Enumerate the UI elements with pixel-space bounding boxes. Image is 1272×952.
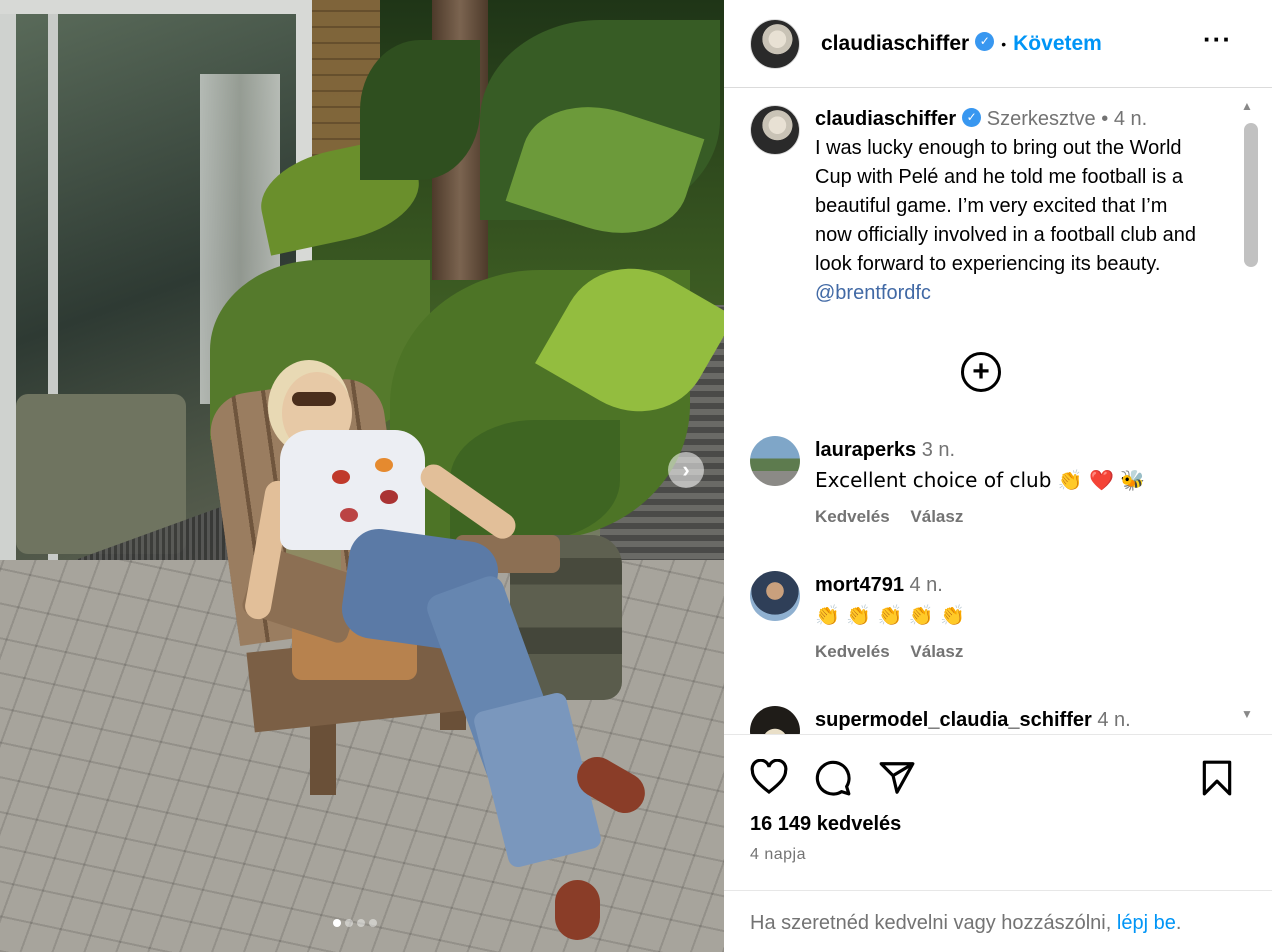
separator-dot: • xyxy=(1101,108,1109,130)
caption: claudiaschiffer ✓ Szerkesztve • 4 n. I wa… xyxy=(750,105,1210,308)
tshirt-patch xyxy=(332,470,350,484)
login-prompt: Ha szeretnéd kedvelni vagy hozzászólni, … xyxy=(724,890,1272,952)
edited-label: Szerkesztve xyxy=(986,108,1096,130)
carousel-dots xyxy=(333,919,377,927)
scroll-up-arrow-icon[interactable]: ▲ xyxy=(1241,99,1253,113)
comment-text: 👏 👏 👏 👏 👏 xyxy=(815,603,965,627)
comment-text: Excellent choice of club 👏 ❤️ 🐝 xyxy=(815,468,1146,492)
comment: supermodel_claudia_schiffer 4 n. xyxy=(750,706,1230,734)
like-comment-button[interactable]: Kedvelés xyxy=(815,642,890,661)
like-comment-button[interactable]: Kedvelés xyxy=(815,507,890,526)
heart-icon[interactable] xyxy=(750,759,788,795)
scrollbar-thumb[interactable] xyxy=(1244,123,1258,267)
author-username[interactable]: claudiaschiffer ✓ xyxy=(821,32,995,56)
caption-time[interactable]: 4 n. xyxy=(1114,108,1147,130)
tshirt-patch xyxy=(380,490,398,504)
avatar[interactable] xyxy=(750,571,800,621)
comment: mort4791 4 n. 👏 👏 👏 👏 👏 Kedvelés Válasz xyxy=(750,571,1230,662)
post-details-panel: claudiaschiffer ✓ • Követem ··· claudiasc… xyxy=(724,0,1272,952)
caption-text: I was lucky enough to bring out the Worl… xyxy=(815,137,1196,275)
separator-dot: • xyxy=(1001,35,1007,52)
post-header: claudiaschiffer ✓ • Követem ··· xyxy=(724,0,1272,88)
more-options-icon[interactable]: ··· xyxy=(1203,24,1232,55)
carousel-dot xyxy=(357,919,365,927)
carousel-dot xyxy=(345,919,353,927)
reply-button[interactable]: Válasz xyxy=(910,642,963,661)
verified-badge-icon: ✓ xyxy=(975,32,995,52)
login-link[interactable]: lépj be xyxy=(1117,912,1176,934)
avatar[interactable] xyxy=(750,18,800,69)
follow-button[interactable]: Követem xyxy=(1013,32,1102,56)
scroll-down-arrow-icon[interactable]: ▼ xyxy=(1241,707,1253,721)
post-date[interactable]: 4 napja xyxy=(750,846,806,864)
login-prompt-suffix: . xyxy=(1175,912,1182,934)
carousel-next-button[interactable]: › xyxy=(668,452,704,488)
comment-username[interactable]: mort4791 xyxy=(815,574,904,596)
comment-icon[interactable] xyxy=(814,759,852,797)
comment: lauraperks 3 n. Excellent choice of club… xyxy=(750,436,1230,527)
avatar[interactable] xyxy=(750,436,800,486)
door-frame xyxy=(0,14,16,650)
post-photo[interactable]: › xyxy=(0,0,724,952)
load-more-comments-button[interactable]: + xyxy=(961,352,1001,392)
sunglasses xyxy=(292,392,336,406)
avatar[interactable] xyxy=(750,706,800,734)
chevron-right-icon: › xyxy=(682,457,690,482)
comment-time[interactable]: 4 n. xyxy=(1097,709,1130,731)
tshirt-patch xyxy=(340,508,358,522)
tshirt-patch xyxy=(375,458,393,472)
avatar[interactable] xyxy=(750,105,800,155)
comment-time[interactable]: 4 n. xyxy=(910,574,943,596)
verified-badge-icon: ✓ xyxy=(962,108,982,128)
reply-button[interactable]: Válasz xyxy=(910,507,963,526)
caption-username[interactable]: claudiaschiffer xyxy=(815,108,956,130)
door-frame xyxy=(48,14,58,650)
fern xyxy=(360,40,480,180)
sandal xyxy=(555,880,600,940)
post-actions: 16 149 kedvelés 4 napja Ha szeretnéd ked… xyxy=(724,734,1272,952)
carousel-dot xyxy=(369,919,377,927)
carousel-dot xyxy=(333,919,341,927)
mention-link[interactable]: @brentfordfc xyxy=(815,282,931,304)
comment-username[interactable]: supermodel_claudia_schiffer xyxy=(815,709,1092,731)
like-count[interactable]: 16 149 kedvelés xyxy=(750,813,901,836)
comments-scroll-area[interactable]: claudiaschiffer ✓ Szerkesztve • 4 n. I wa… xyxy=(724,89,1272,734)
login-prompt-text: Ha szeretnéd kedvelni vagy hozzászólni, xyxy=(750,912,1112,934)
plus-circle-icon: + xyxy=(972,355,990,388)
bookmark-icon[interactable] xyxy=(1200,759,1234,797)
comment-time[interactable]: 3 n. xyxy=(922,439,955,461)
share-icon[interactable] xyxy=(878,759,916,797)
comment-username[interactable]: lauraperks xyxy=(815,439,916,461)
